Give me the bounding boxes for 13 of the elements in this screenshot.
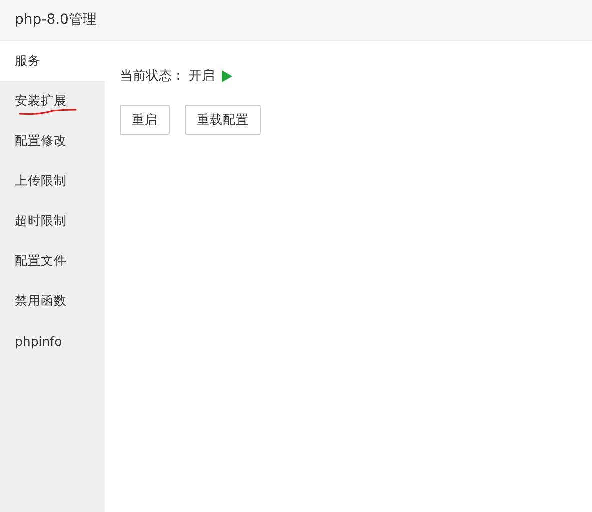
action-button[interactable]: 重载配置: [185, 105, 261, 135]
status-label: 当前状态：: [120, 68, 185, 85]
sidebar-item[interactable]: 配置文件: [0, 241, 105, 281]
action-button[interactable]: 重启: [120, 105, 170, 135]
sidebar-item[interactable]: 超时限制: [0, 201, 105, 241]
sidebar-item[interactable]: phpinfo: [0, 321, 105, 361]
sidebar-item[interactable]: 服务: [0, 41, 105, 81]
window-title: php-8.0管理: [15, 11, 97, 29]
sidebar-item[interactable]: 上传限制: [0, 161, 105, 201]
sidebar-item[interactable]: 安装扩展: [0, 81, 105, 121]
status-value: 开启: [189, 68, 215, 85]
sidebar-item[interactable]: 配置修改: [0, 121, 105, 161]
sidebar-item[interactable]: 禁用函数: [0, 281, 105, 321]
